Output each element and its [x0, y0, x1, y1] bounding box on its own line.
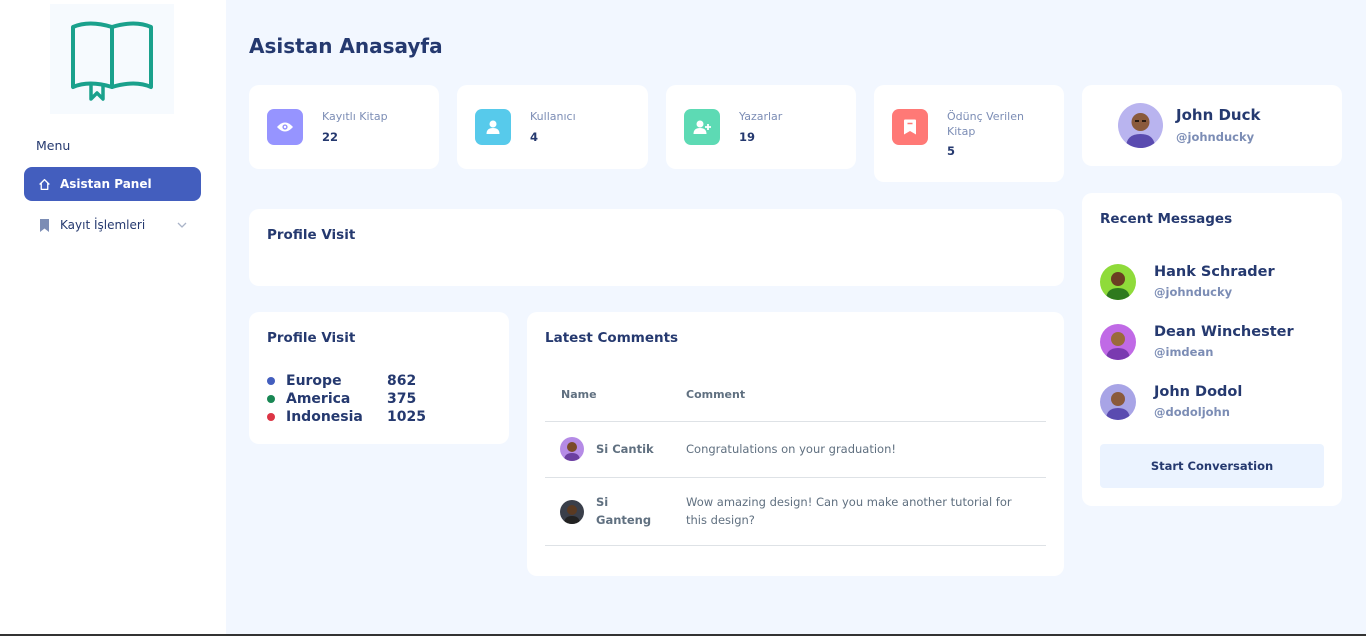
- card-title: Latest Comments: [545, 330, 679, 346]
- region-value: 862: [387, 373, 417, 389]
- stat-label: Yazarlar: [739, 110, 783, 123]
- sidebar-item-kayit-islemleri[interactable]: Kayıt İşlemleri: [24, 208, 201, 242]
- profile-visit-chart-card: Profile Visit: [249, 209, 1064, 286]
- region-name: America: [286, 391, 351, 407]
- user-icon: [475, 109, 511, 145]
- avatar: [560, 500, 584, 524]
- legend-dot: [267, 377, 275, 385]
- comment-author: Si Ganteng: [596, 495, 652, 527]
- divider: [545, 545, 1046, 546]
- menu-title: Menu: [36, 138, 71, 153]
- legend-dot: [267, 413, 275, 421]
- column-header-comment: Comment: [686, 388, 746, 401]
- profile-name: John Duck: [1176, 106, 1261, 124]
- stat-value: 22: [322, 130, 339, 144]
- comment-text: Congratulations on your graduation!: [686, 442, 896, 456]
- region-name: Europe: [286, 373, 342, 389]
- card-title: Profile Visit: [267, 330, 356, 346]
- logo[interactable]: [50, 4, 174, 114]
- home-icon: [36, 176, 52, 192]
- comment-author: Si Cantik: [596, 442, 654, 456]
- legend-dot: [267, 395, 275, 403]
- stat-card-kullanici: Kullanıcı 4: [457, 85, 648, 169]
- bookmark-icon: [892, 109, 928, 145]
- message-sender-name: John Dodol: [1154, 384, 1243, 400]
- chevron-down-icon: [177, 218, 187, 232]
- stat-label: Ödünç Verilen Kitap: [947, 110, 1024, 138]
- sidebar: Menu Asistan Panel Kayıt İşlemleri: [0, 0, 226, 636]
- region-value: 1025: [387, 409, 426, 425]
- stat-label: Kullanıcı: [530, 110, 576, 123]
- message-sender-name: Dean Winchester: [1154, 324, 1294, 340]
- avatar: [1100, 324, 1136, 360]
- stat-card-yazarlar: Yazarlar 19: [666, 85, 856, 169]
- card-title: Recent Messages: [1100, 211, 1233, 227]
- stat-card-kayitli-kitap: Kayıtlı Kitap 22: [249, 85, 439, 169]
- bookmark-icon: [36, 217, 52, 233]
- recent-messages-card: Recent Messages Hank Schrader @johnducky…: [1082, 193, 1342, 506]
- book-logo-icon: [71, 21, 153, 101]
- user-profile-card[interactable]: John Duck @johnducky: [1082, 85, 1342, 166]
- avatar: [560, 437, 584, 461]
- avatar: [1100, 264, 1136, 300]
- message-sender-name: Hank Schrader: [1154, 264, 1275, 280]
- divider: [545, 421, 1046, 422]
- stat-value: 5: [947, 144, 956, 158]
- profile-visit-card: Profile Visit Europe 862 America 375 Ind…: [249, 312, 509, 444]
- sidebar-item-label: Kayıt İşlemleri: [60, 218, 146, 232]
- card-title: Profile Visit: [267, 227, 356, 243]
- region-name: Indonesia: [286, 409, 363, 425]
- stat-label: Kayıtlı Kitap: [322, 110, 388, 123]
- avatar: [1100, 384, 1136, 420]
- stat-value: 19: [739, 130, 756, 144]
- stat-value: 4: [530, 130, 539, 144]
- comment-text: Wow amazing design! Can you make another…: [686, 495, 1012, 527]
- latest-comments-card: Latest Comments Name Comment Si Cantik C…: [527, 312, 1064, 576]
- stat-card-odunc-verilen-kitap: Ödünç Verilen Kitap 5: [874, 85, 1064, 182]
- message-sender-handle: @imdean: [1154, 345, 1214, 359]
- divider: [545, 477, 1046, 478]
- sidebar-item-label: Asistan Panel: [60, 177, 152, 191]
- region-row-europe: Europe 862: [267, 372, 416, 390]
- avatar: [1118, 103, 1163, 148]
- page-title: Asistan Anasayfa: [249, 34, 443, 58]
- column-header-name: Name: [561, 388, 597, 401]
- eye-icon: [267, 109, 303, 145]
- start-conversation-button[interactable]: Start Conversation: [1100, 444, 1324, 488]
- profile-handle: @johnducky: [1176, 130, 1255, 144]
- message-sender-handle: @johnducky: [1154, 285, 1233, 299]
- sidebar-item-asistan-panel[interactable]: Asistan Panel: [24, 167, 201, 201]
- user-plus-icon: [684, 109, 720, 145]
- region-row-america: America 375: [267, 390, 416, 408]
- region-value: 375: [387, 391, 417, 407]
- message-sender-handle: @dodoljohn: [1154, 405, 1230, 419]
- region-row-indonesia: Indonesia 1025: [267, 408, 426, 426]
